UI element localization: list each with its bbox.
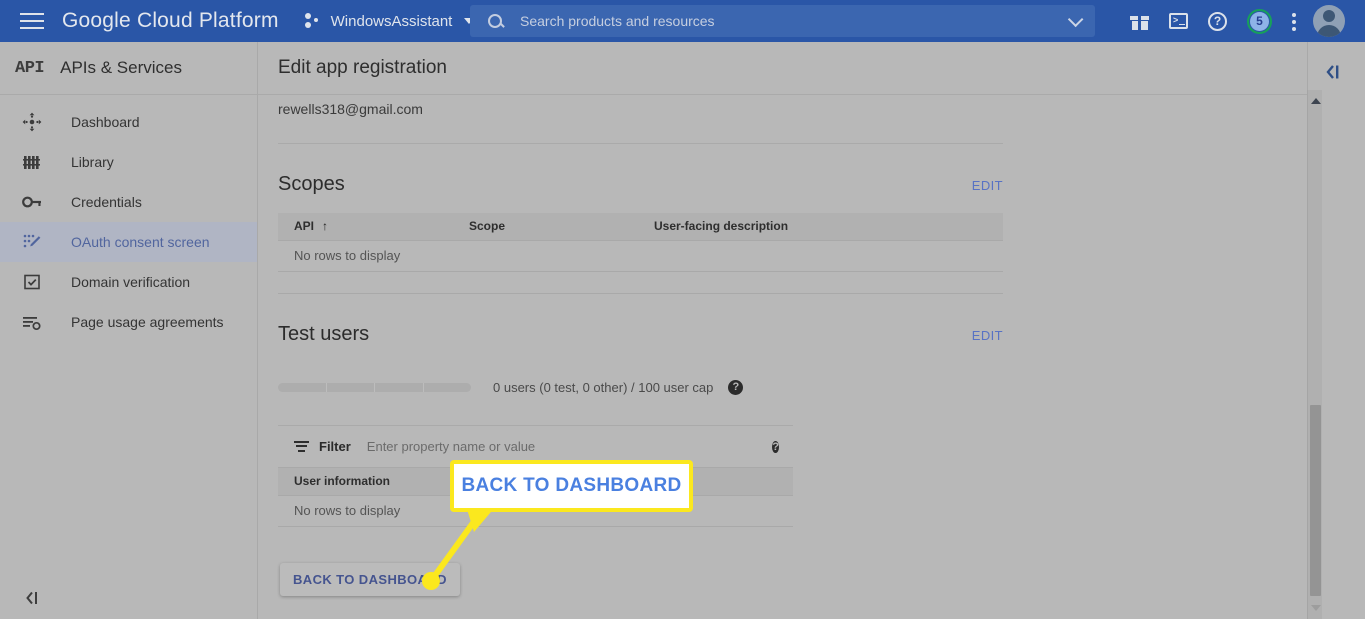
oauth-consent-icon: [22, 232, 42, 252]
sidebar-item-label: Library: [71, 154, 114, 170]
key-icon: [22, 192, 42, 212]
test-users-usage-row: 0 users (0 test, 0 other) / 100 user cap…: [278, 379, 1307, 395]
column-header-scope[interactable]: Scope: [453, 213, 638, 241]
help-icon[interactable]: ?: [728, 379, 744, 395]
table-header-row: API ↑ Scope User-facing description: [278, 213, 1003, 241]
test-users-section-header: Test users EDIT: [278, 323, 1003, 346]
sidebar-item-label: OAuth consent screen: [71, 234, 210, 250]
main-content: Edit app registration rewells318@gmail.c…: [258, 42, 1307, 619]
table-row-empty: No rows to display: [278, 240, 1003, 272]
sidebar-title: APIs & Services: [60, 58, 182, 77]
help-icon[interactable]: ?: [1208, 11, 1227, 31]
page-title: Edit app registration: [278, 57, 447, 78]
notification-badge-count: 5: [1250, 11, 1269, 31]
scroll-content: rewells318@gmail.com Scopes EDIT API ↑ Sc…: [258, 95, 1307, 619]
divider: [278, 143, 1003, 144]
search-icon: [488, 14, 502, 28]
scopes-table: API ↑ Scope User-facing description No ro…: [278, 213, 1003, 294]
top-bar-actions: ? 5: [1120, 0, 1355, 42]
filter-icon: [294, 440, 309, 452]
search-input[interactable]: Search products and resources: [470, 5, 1095, 37]
project-picker[interactable]: WindowsAssistant: [304, 12, 475, 30]
support-email-value: rewells318@gmail.com: [278, 101, 423, 117]
user-cap-text: 0 users (0 test, 0 other) / 100 user cap: [493, 379, 714, 395]
help-icon[interactable]: ?: [772, 437, 779, 455]
sidebar-item-library[interactable]: Library: [0, 142, 257, 182]
sidebar-item-oauth-consent-screen[interactable]: OAuth consent screen: [0, 222, 257, 262]
vertical-scrollbar[interactable]: [1307, 90, 1322, 619]
search-placeholder: Search products and resources: [520, 13, 715, 29]
sidebar-collapse-button[interactable]: [22, 589, 44, 607]
collapse-panel-icon: [26, 591, 37, 605]
project-name: WindowsAssistant: [330, 12, 453, 30]
collapse-panel-icon: [1326, 65, 1339, 79]
dashboard-icon: [22, 112, 42, 132]
back-to-dashboard-button[interactable]: BACK TO DASHBOARD: [280, 562, 460, 596]
filter-label: Filter: [319, 438, 351, 454]
api-logo: API: [15, 58, 45, 78]
sort-ascending-icon: ↑: [322, 219, 329, 234]
sidebar-items: Dashboard Library Credentials OAuth cons…: [0, 95, 257, 342]
chevron-down-icon[interactable]: [1067, 11, 1084, 27]
annotation-callout: BACK TO DASHBOARD: [450, 460, 693, 512]
brand-title[interactable]: Google Cloud Platform: [62, 9, 279, 33]
scopes-section-header: Scopes EDIT: [278, 173, 1003, 196]
sidebar-item-page-usage-agreements[interactable]: Page usage agreements: [0, 302, 257, 342]
sidebar-item-domain-verification[interactable]: Domain verification: [0, 262, 257, 302]
sidebar-header: API APIs & Services: [0, 42, 257, 95]
column-header-api[interactable]: API ↑: [278, 213, 453, 241]
right-panel-collapse-button[interactable]: [1322, 62, 1346, 87]
scroll-down-arrow[interactable]: [1308, 600, 1323, 616]
empty-state-text: No rows to display: [278, 240, 1003, 272]
domain-verification-icon: [22, 272, 42, 292]
column-label: API: [294, 219, 315, 234]
annotation-callout-label: BACK TO DASHBOARD: [461, 475, 682, 496]
page-header: Edit app registration: [258, 42, 1307, 95]
notifications-icon[interactable]: 5: [1247, 8, 1272, 34]
sidebar-item-label: Domain verification: [71, 274, 191, 290]
test-users-title: Test users: [278, 322, 370, 345]
scopes-edit-link[interactable]: EDIT: [972, 178, 1003, 193]
sidebar-item-dashboard[interactable]: Dashboard: [0, 102, 257, 142]
scrollbar-thumb[interactable]: [1310, 405, 1321, 596]
more-vert-icon[interactable]: [1292, 12, 1297, 31]
cloud-shell-icon[interactable]: [1169, 13, 1188, 29]
page-usage-agreements-icon: [22, 312, 42, 332]
scopes-title: Scopes: [278, 173, 345, 195]
test-users-edit-link[interactable]: EDIT: [972, 328, 1003, 343]
library-icon: [22, 152, 42, 172]
table-row-spacer: [278, 271, 1003, 294]
hamburger-icon[interactable]: [20, 12, 44, 30]
filter-input[interactable]: Enter property name or value: [367, 439, 535, 454]
avatar[interactable]: [1313, 5, 1345, 37]
sidebar-item-credentials[interactable]: Credentials: [0, 182, 257, 222]
sidebar-item-label: Dashboard: [71, 114, 140, 130]
sidebar-item-label: Page usage agreements: [71, 314, 224, 330]
top-app-bar: Google Cloud Platform WindowsAssistant S…: [0, 0, 1365, 42]
project-icon: [304, 13, 323, 29]
sidebar: API APIs & Services Dashboard Library Cr…: [0, 42, 258, 619]
scroll-up-arrow[interactable]: [1308, 93, 1323, 109]
sidebar-item-label: Credentials: [71, 194, 142, 210]
gift-icon[interactable]: [1130, 12, 1149, 30]
user-cap-progress-bar: [278, 382, 471, 392]
column-header-user-facing-description[interactable]: User-facing description: [638, 213, 1003, 241]
